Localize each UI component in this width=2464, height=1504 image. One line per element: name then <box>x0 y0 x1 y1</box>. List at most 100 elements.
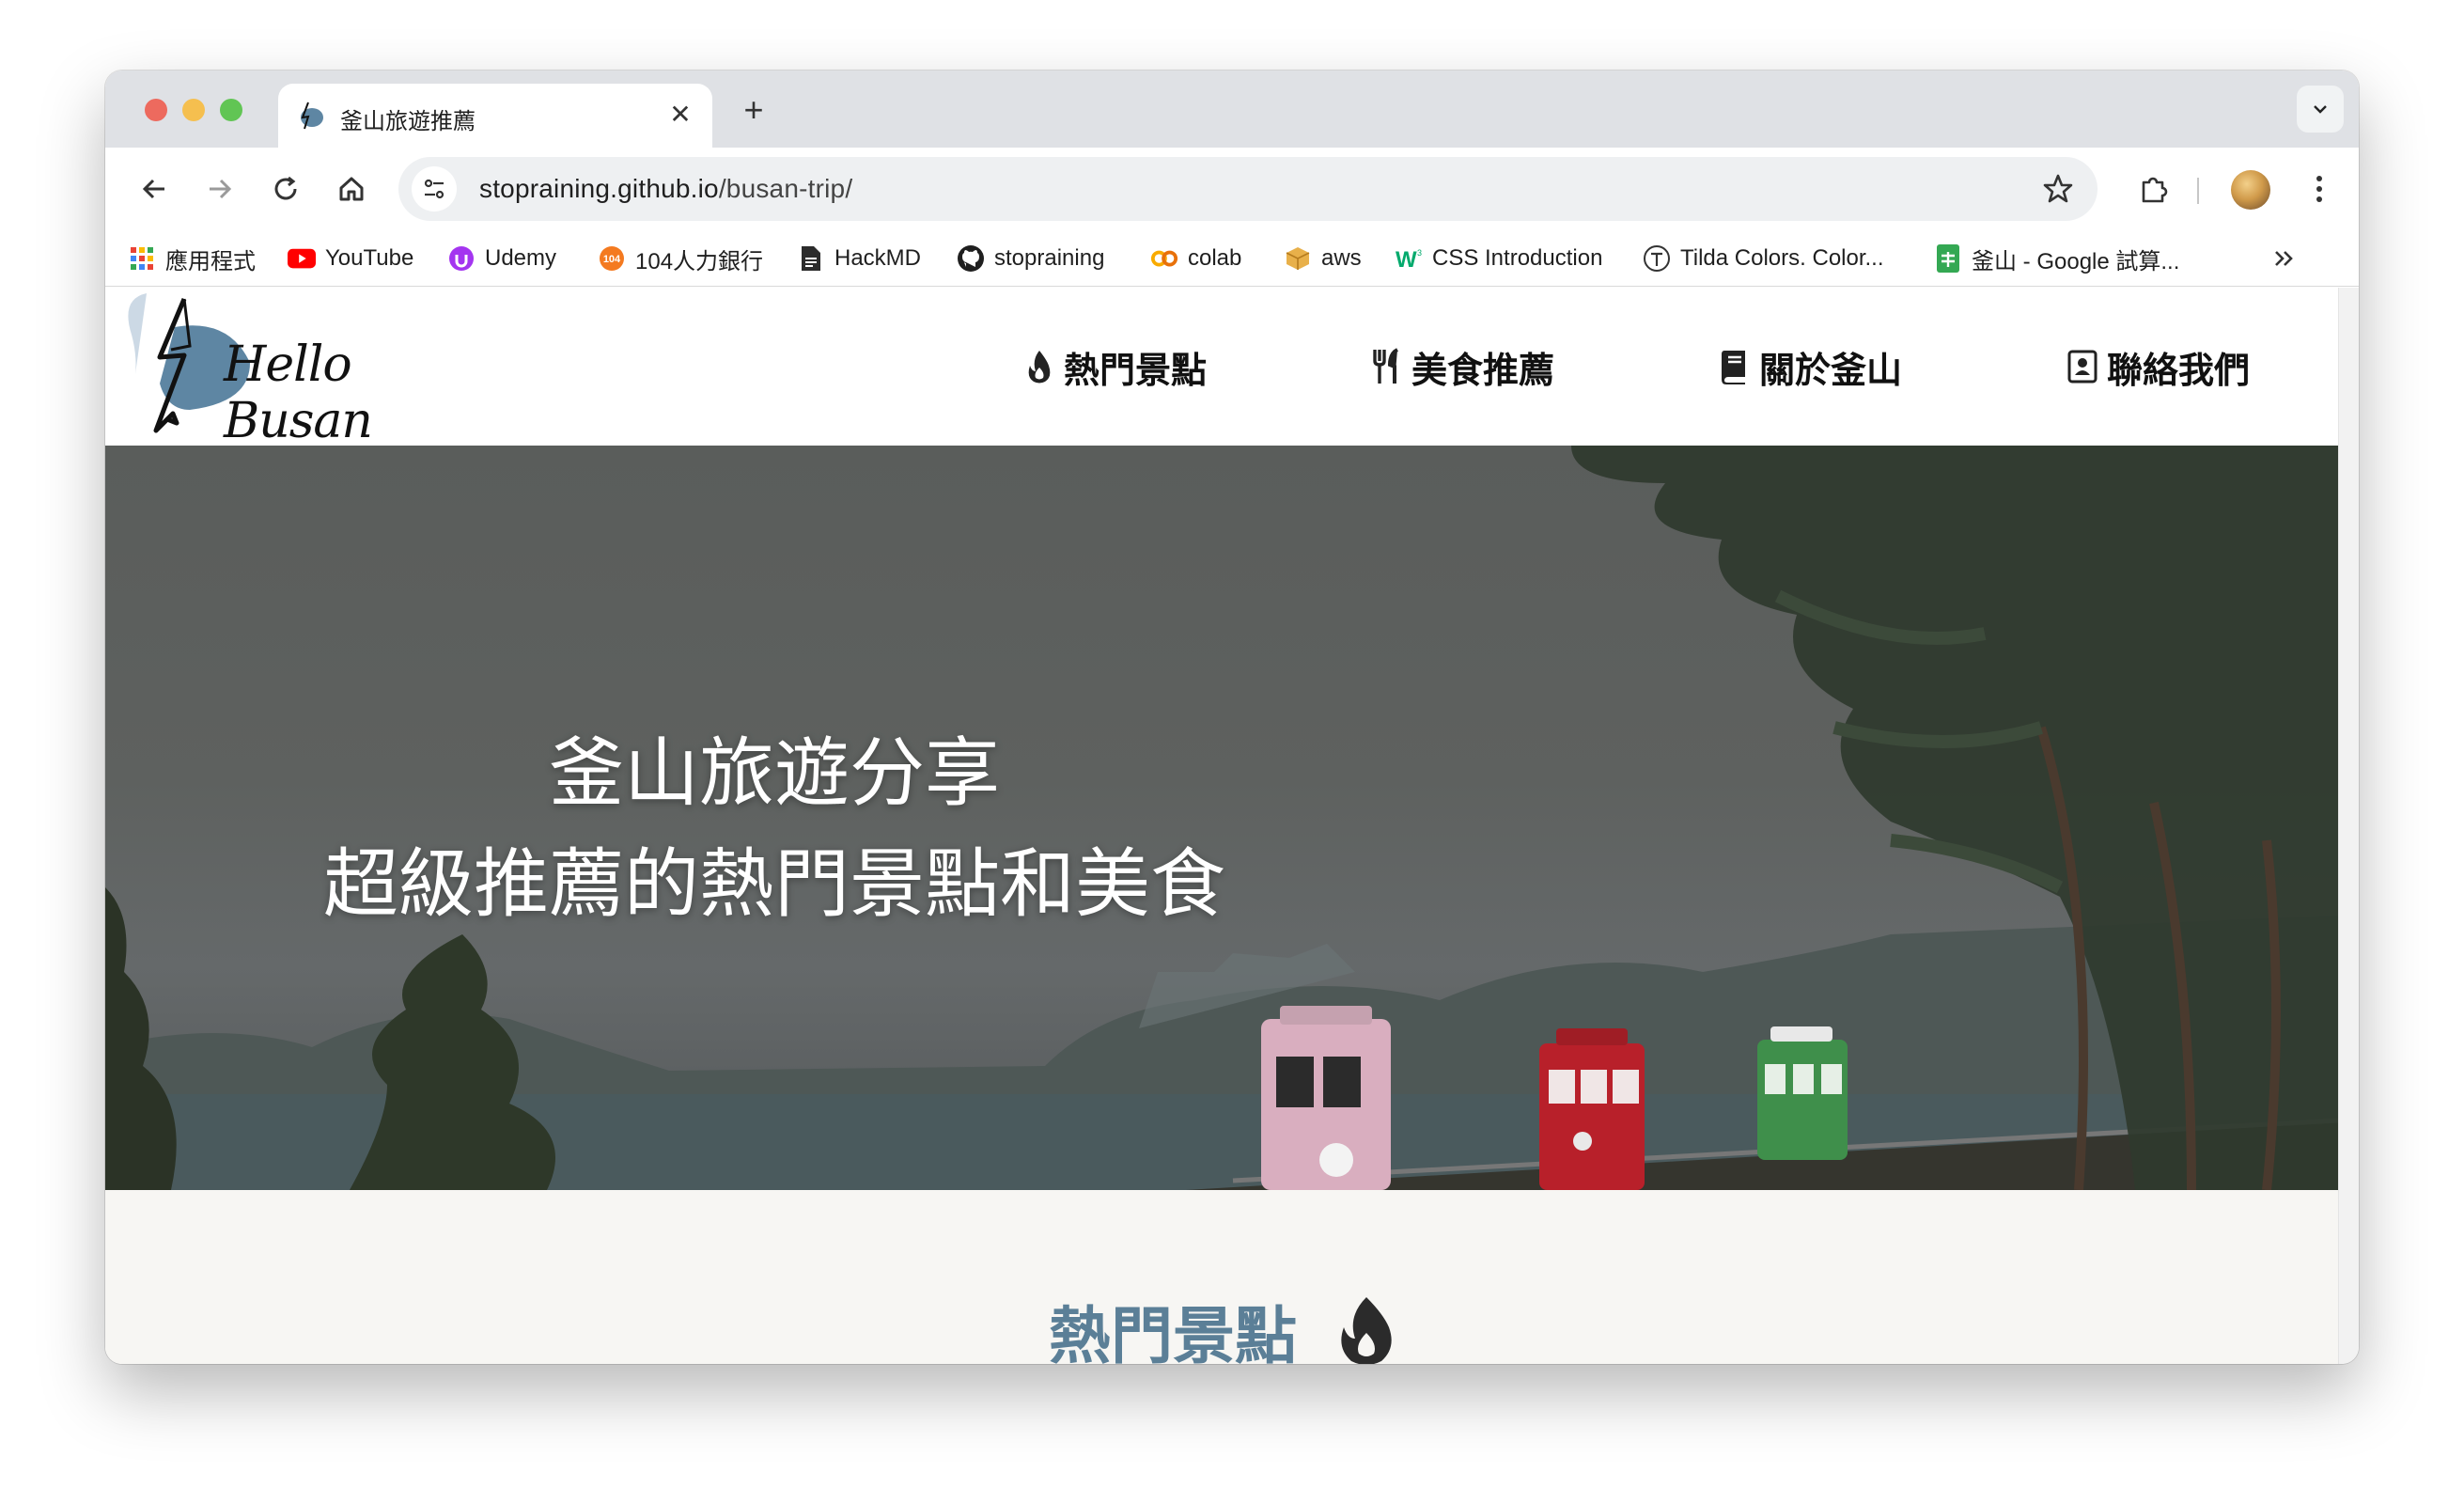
site-info-button[interactable] <box>412 166 457 212</box>
bookmark-label: Udemy <box>485 245 557 271</box>
back-button[interactable] <box>132 166 177 212</box>
fire-icon <box>1022 348 1056 385</box>
nav-about-busan[interactable]: 關於釜山 <box>1718 342 1902 391</box>
nav-contact-us[interactable]: 聯絡我們 <box>2066 342 2250 391</box>
tab-strip: 釜山旅遊推薦 ✕ + <box>105 70 2359 148</box>
logo-text: Hello Busan <box>224 337 373 449</box>
colab-icon <box>1150 244 1178 273</box>
nav-label: 美食推薦 <box>1411 351 1555 391</box>
bookmark-tilda-colors[interactable]: Tilda Colors. Color... <box>1643 243 1884 274</box>
tilda-icon <box>1643 244 1671 273</box>
extensions-button[interactable] <box>2131 166 2176 212</box>
tune-icon <box>424 179 444 199</box>
104-icon: 104 <box>598 244 626 273</box>
document-icon <box>797 244 825 273</box>
close-window-button[interactable] <box>145 99 167 121</box>
youtube-icon <box>288 244 316 273</box>
site-header: Hello Busan 熱門景點 美食推薦 關於釜山 聯絡我們 <box>105 288 2338 449</box>
browser-menu-button[interactable] <box>2297 166 2342 212</box>
bookmark-udemy[interactable]: Udemy <box>447 243 556 274</box>
more-bookmarks-button[interactable] <box>2265 243 2302 274</box>
nav-popular-spots[interactable]: 熱門景點 <box>1022 342 1207 391</box>
page-scrollbar[interactable] <box>2338 288 2359 1364</box>
puzzle-icon <box>2142 177 2168 203</box>
bookmark-label: YouTube <box>325 245 414 271</box>
double-chevron-right-icon <box>2275 251 2293 266</box>
google-sheets-icon <box>1934 244 1962 273</box>
book-icon <box>1718 348 1752 385</box>
svg-text:W: W <box>1396 247 1417 271</box>
new-tab-button[interactable]: + <box>735 90 772 129</box>
reload-button[interactable] <box>263 166 308 212</box>
nav-food[interactable]: 美食推薦 <box>1370 342 1554 391</box>
bookmark-colab[interactable]: colab <box>1150 243 1241 274</box>
nav-label: 聯絡我們 <box>2107 351 2251 391</box>
bookmark-label: 104人力銀行 <box>635 248 764 274</box>
browser-window: 釜山旅遊推薦 ✕ + stopraining.github.io/busan-t… <box>105 70 2359 1364</box>
bookmark-apps[interactable]: 應用程式 <box>128 243 256 274</box>
site-logo[interactable]: Hello Busan <box>118 290 438 449</box>
tab-title: 釜山旅遊推薦 <box>340 109 476 134</box>
bookmark-label: colab <box>1188 245 1242 271</box>
arrow-left-icon <box>142 179 164 199</box>
site-favicon-icon <box>301 102 323 130</box>
bookmark-star-button[interactable] <box>2037 168 2079 210</box>
hero-line-2: 超級推薦的熱門景點和美食 <box>323 840 1225 928</box>
bookmark-aws[interactable]: aws <box>1284 243 1362 274</box>
home-button[interactable] <box>329 166 374 212</box>
contact-card-icon <box>2066 348 2099 385</box>
bookmark-css-introduction[interactable]: W3 CSS Introduction <box>1395 243 1602 274</box>
utensils-icon <box>1370 348 1404 385</box>
browser-toolbar: stopraining.github.io/busan-trip/ <box>105 148 2359 230</box>
active-tab[interactable]: 釜山旅遊推薦 ✕ <box>278 84 712 148</box>
tab-close-icon[interactable]: ✕ <box>663 97 697 131</box>
popular-spots-section: 熱門景點 <box>105 1190 2338 1364</box>
apps-grid-icon <box>128 244 156 273</box>
github-icon <box>957 244 985 273</box>
pink-train <box>1261 1006 1391 1190</box>
udemy-icon <box>447 244 476 273</box>
hero-line-1: 釜山旅遊分享 <box>549 729 1000 817</box>
bookmarks-bar: 應用程式 YouTube Udemy 104 104人力銀行 HackMD st… <box>105 230 2359 287</box>
nav-label: 關於釜山 <box>1759 351 1903 391</box>
bookmark-label: 應用程式 <box>165 248 256 274</box>
url-text: stopraining.github.io/busan-trip/ <box>479 174 852 204</box>
arrow-right-icon <box>210 179 232 199</box>
forward-button[interactable] <box>197 166 242 212</box>
aws-box-icon <box>1284 244 1312 273</box>
bookmark-label: CSS Introduction <box>1432 245 1603 271</box>
minimize-window-button[interactable] <box>182 99 205 121</box>
tab-search-button[interactable] <box>2297 86 2344 133</box>
bookmark-label: 釜山 - Google 試算... <box>1972 248 2180 274</box>
home-icon <box>339 177 364 201</box>
svg-text:104: 104 <box>603 254 621 265</box>
chevron-down-icon <box>2314 105 2327 114</box>
bookmark-104[interactable]: 104 104人力銀行 <box>598 243 763 274</box>
red-train <box>1539 1028 1645 1190</box>
green-train <box>1757 1026 1848 1160</box>
web-page: Hello Busan 熱門景點 美食推薦 關於釜山 聯絡我們 釜山旅遊分享 超… <box>105 288 2338 1364</box>
kebab-menu-icon <box>2316 176 2322 202</box>
nav-label: 熱門景點 <box>1064 351 1208 391</box>
bookmark-label: stopraining <box>994 245 1105 271</box>
toolbar-divider <box>2197 178 2199 204</box>
reload-icon <box>274 176 297 200</box>
bookmark-hackmd[interactable]: HackMD <box>797 243 921 274</box>
svg-text:3: 3 <box>1417 248 1422 258</box>
bookmark-github[interactable]: stopraining <box>957 243 1104 274</box>
address-bar[interactable]: stopraining.github.io/busan-trip/ <box>398 157 2098 221</box>
url-path: /busan-trip/ <box>718 174 853 203</box>
bookmark-google-sheets[interactable]: 釜山 - Google 試算... <box>1934 243 2179 274</box>
hero-heading: 釜山旅遊分享 超級推薦的熱門景點和美食 <box>105 718 1443 940</box>
hero-banner: 釜山旅遊分享 超級推薦的熱門景點和美食 <box>105 446 2338 1190</box>
fire-icon <box>1341 1297 1392 1364</box>
bookmark-youtube[interactable]: YouTube <box>288 243 413 274</box>
bookmark-label: aws <box>1321 245 1362 271</box>
bookmark-label: Tilda Colors. Color... <box>1680 245 1884 271</box>
zoom-window-button[interactable] <box>220 99 242 121</box>
star-icon <box>2043 174 2073 203</box>
section-title: 熱門景點 <box>1049 1299 1297 1364</box>
profile-avatar[interactable] <box>2231 170 2270 210</box>
url-host: stopraining.github.io <box>479 174 719 203</box>
w3schools-icon: W3 <box>1395 244 1423 273</box>
